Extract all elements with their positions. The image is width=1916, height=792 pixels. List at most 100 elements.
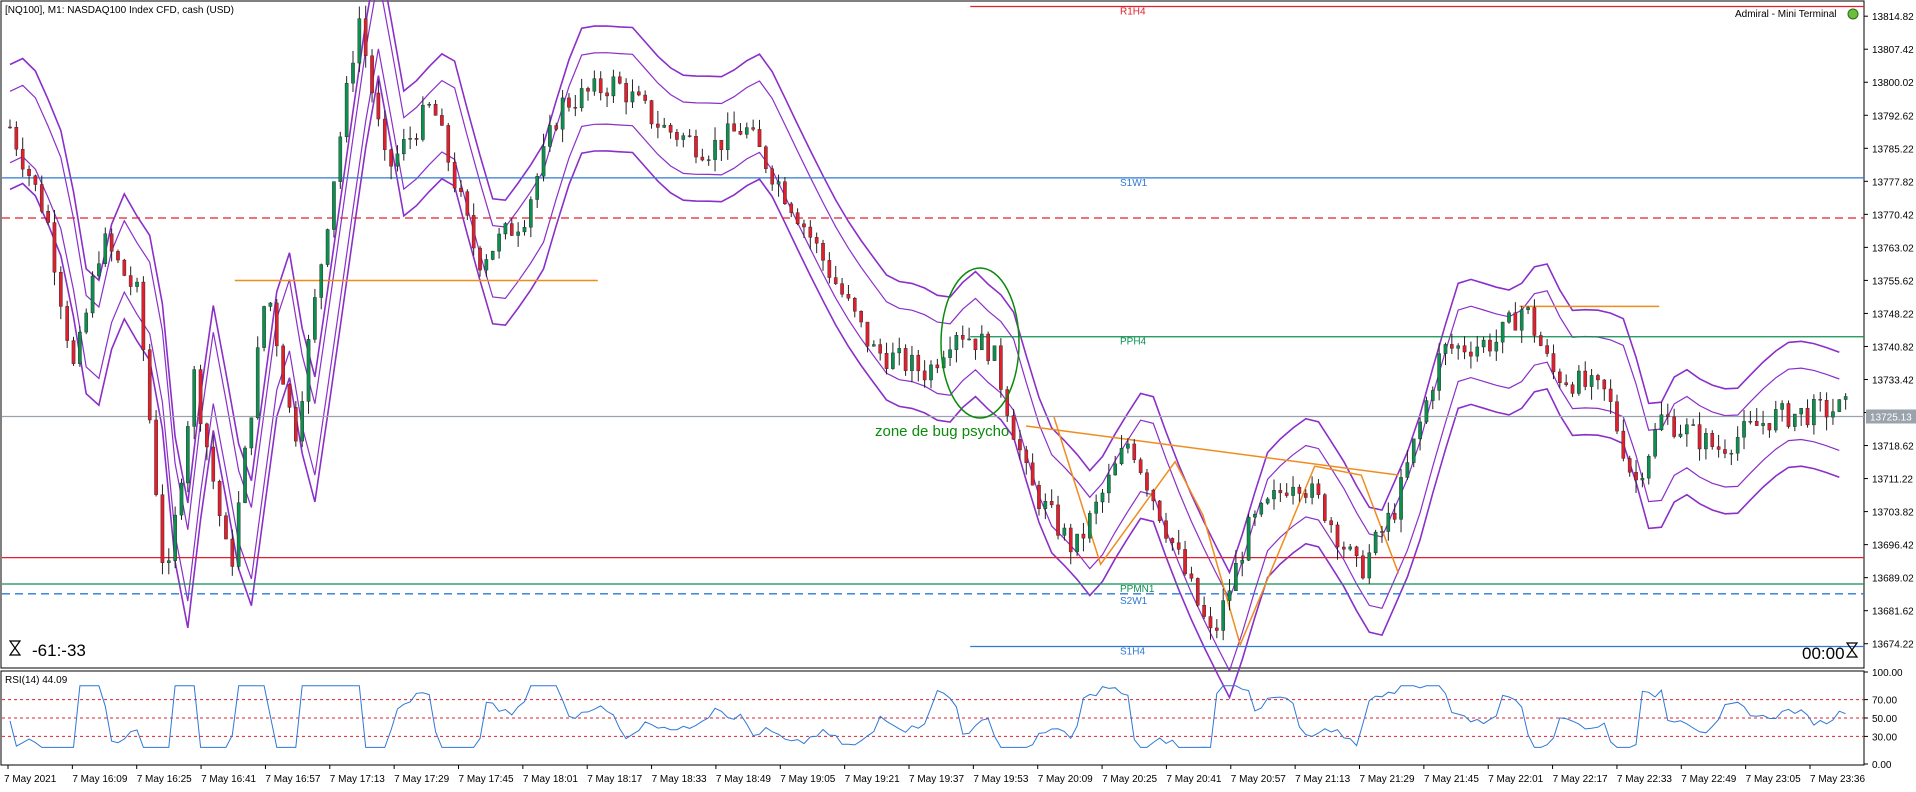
time-tick-label: 7 May 19:21 <box>845 774 900 785</box>
candle-body <box>1189 573 1194 579</box>
candle-body <box>1761 423 1765 426</box>
candle-body <box>1640 477 1645 481</box>
candle-body <box>1246 516 1251 561</box>
candle-body <box>1202 605 1206 617</box>
candle-body <box>1227 590 1232 601</box>
candle-body <box>27 168 31 176</box>
candle-body <box>1323 494 1327 521</box>
candle-body <box>1437 353 1441 391</box>
candle-body <box>1037 484 1041 509</box>
candle-body <box>884 353 889 369</box>
price-tick-label: 13718.62 <box>1872 442 1914 453</box>
candle-body <box>1558 371 1562 383</box>
candle-body <box>1615 401 1619 432</box>
candle-body <box>1513 312 1518 331</box>
time-tick-label: 7 May 17:29 <box>394 774 449 785</box>
candle-body <box>948 349 952 358</box>
level-label: S1H4 <box>1120 646 1145 657</box>
candle-body <box>1361 555 1365 579</box>
countdown-left: -61:-33 <box>32 641 86 660</box>
candle-body <box>954 334 959 350</box>
chart-title: [NQ100], M1: NASDAQ100 Index CFD, cash (… <box>5 5 234 16</box>
candle-body <box>382 118 387 150</box>
time-tick-label: 7 May 23:05 <box>1746 774 1801 785</box>
candle-body <box>1411 438 1416 463</box>
candle-body <box>1583 370 1588 387</box>
candle-body <box>166 560 171 563</box>
candle-body <box>1767 423 1772 431</box>
candle-body <box>554 125 559 130</box>
candle-body <box>776 181 781 185</box>
candle-body <box>1303 493 1308 498</box>
candle-body <box>1386 512 1391 532</box>
candle-body <box>573 107 578 109</box>
candle-body <box>1450 344 1454 349</box>
candle-body <box>535 176 539 200</box>
candle-body <box>471 215 476 249</box>
candle-body <box>656 123 660 128</box>
candle-body <box>332 181 336 230</box>
candle-body <box>999 345 1003 390</box>
candle-body <box>719 139 724 150</box>
candle-body <box>154 419 158 495</box>
candle-body <box>1678 433 1683 437</box>
price-tick-label: 13807.42 <box>1872 45 1914 56</box>
time-tick-label: 7 May 16:25 <box>137 774 192 785</box>
candle-body <box>789 203 794 213</box>
candle-body <box>1697 424 1702 450</box>
candle-body <box>497 233 501 252</box>
candle-body <box>1145 472 1149 491</box>
candle-body <box>1475 346 1480 357</box>
candle-body <box>1659 414 1664 431</box>
candle-body <box>1176 542 1181 550</box>
time-tick-label: 7 May 18:01 <box>523 774 578 785</box>
candle-body <box>1195 578 1200 606</box>
candle-body <box>1272 490 1276 500</box>
candle-body <box>630 91 635 103</box>
candle-body <box>700 156 705 161</box>
candle-body <box>211 446 216 482</box>
candle-body <box>122 259 127 276</box>
price-tick-label: 13777.82 <box>1872 177 1914 188</box>
candle-body <box>135 281 139 287</box>
candle-body <box>643 94 647 101</box>
candle-body <box>1157 500 1162 521</box>
candle-body <box>243 447 247 503</box>
candle-body <box>8 126 12 129</box>
candle-body <box>465 191 470 216</box>
candle-body <box>586 88 590 92</box>
candle-body <box>770 168 775 185</box>
candle-body <box>529 199 533 228</box>
time-tick-label: 7 May 16:41 <box>201 774 256 785</box>
broker-label: Admiral - Mini Terminal <box>1735 9 1837 20</box>
candle-body <box>1297 486 1302 494</box>
chart-canvas[interactable]: R1H4S1W1PPH4PPMN1S2W1S1H4 13814.8213807.… <box>0 0 1916 787</box>
price-tick-label: 13763.02 <box>1872 243 1914 254</box>
candle-body <box>833 277 838 284</box>
candle-body <box>916 354 921 372</box>
candle-body <box>827 260 832 278</box>
candle-body <box>1837 399 1842 412</box>
time-tick-label: 7 May 17:13 <box>330 774 385 785</box>
terminal-status-icon[interactable] <box>1847 8 1859 20</box>
candle-body <box>300 401 304 442</box>
candle-body <box>1672 416 1676 437</box>
candle-body <box>624 83 628 103</box>
candle-body <box>1621 430 1626 459</box>
candle-body <box>1075 533 1079 553</box>
candle-body <box>179 482 184 516</box>
candle-body <box>1627 458 1632 473</box>
candle-body <box>421 104 425 140</box>
price-tick-label: 13711.22 <box>1872 475 1913 486</box>
candle-body <box>611 76 616 97</box>
time-tick-label: 7 May 2021 <box>4 774 57 785</box>
candle-body <box>1024 449 1029 464</box>
candle-body <box>370 55 374 94</box>
candle-body <box>960 334 965 340</box>
candle-body <box>1532 307 1537 336</box>
candle-body <box>14 127 19 150</box>
candle-body <box>1170 538 1175 543</box>
candle-body <box>903 348 908 371</box>
candle-body <box>1278 490 1283 494</box>
candle-body <box>1183 549 1187 575</box>
